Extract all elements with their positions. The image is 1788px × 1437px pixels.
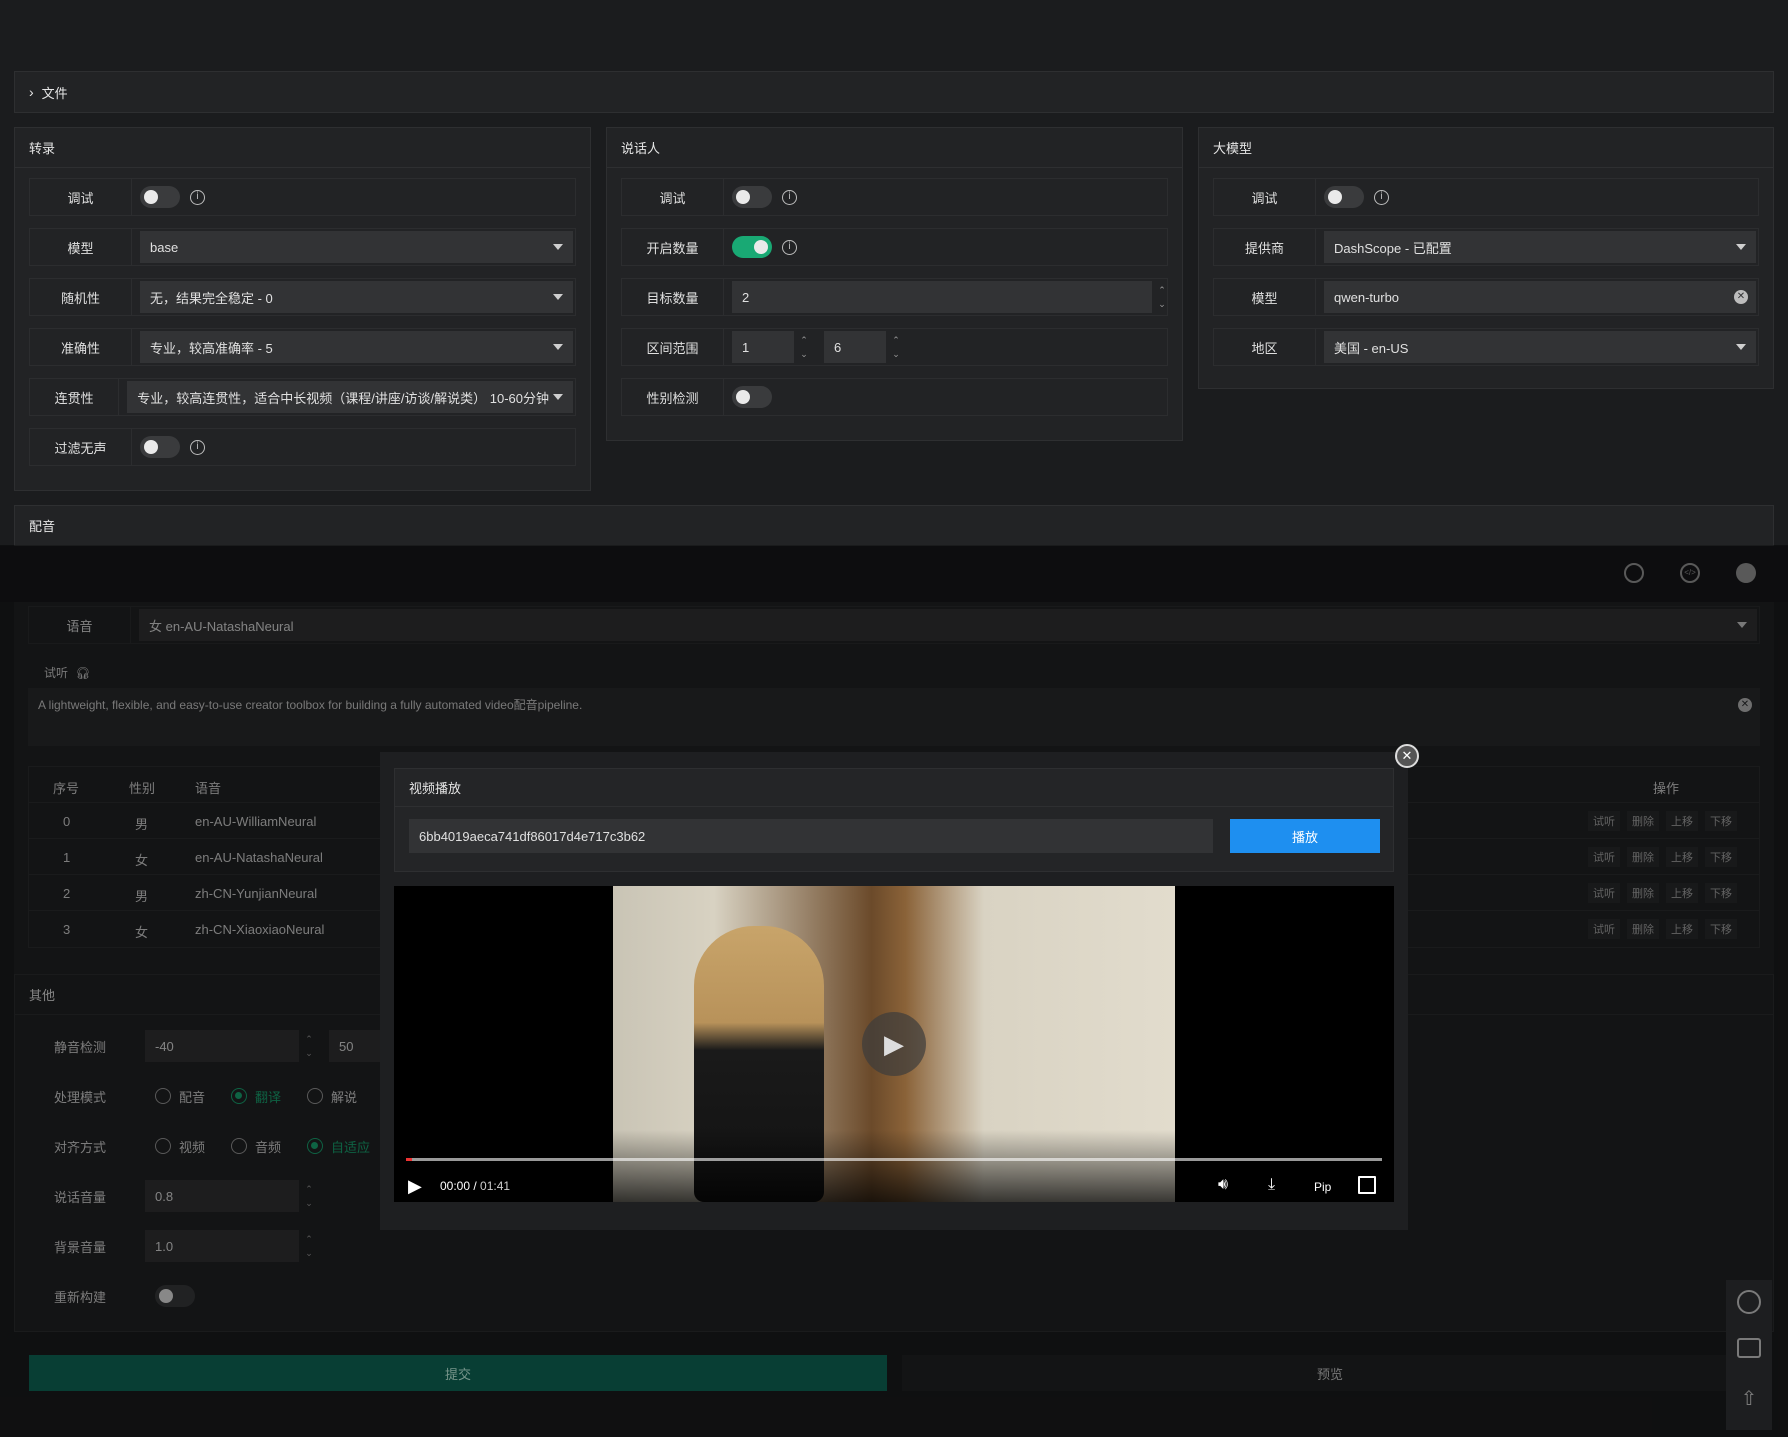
accuracy-label: 准确性 bbox=[30, 329, 132, 365]
info-icon[interactable]: i bbox=[782, 239, 797, 255]
back-to-top-icon[interactable]: ⇧ bbox=[1737, 1386, 1761, 1410]
gender-detect-toggle[interactable] bbox=[732, 386, 772, 408]
coherence-label: 连贯性 bbox=[30, 379, 120, 415]
gender-detect-label: 性别检测 bbox=[622, 379, 724, 415]
llm-model-label: 模型 bbox=[1214, 279, 1316, 315]
coherence-select[interactable]: 专业，较高连贯性，适合中长视频（课程/讲座/访谈/解说类） 10-60分钟 bbox=[127, 381, 573, 413]
enable-count-toggle[interactable] bbox=[732, 236, 772, 258]
spinner-arrows-icon[interactable]: ⌃ ⌄ bbox=[798, 333, 810, 361]
range-max-input[interactable]: 6 ⌃ ⌄ bbox=[824, 331, 900, 363]
files-section[interactable]: › 文件 bbox=[14, 71, 1774, 113]
debug-toggle[interactable] bbox=[140, 186, 180, 208]
target-count-label: 目标数量 bbox=[622, 279, 724, 315]
play-icon[interactable]: ▶ bbox=[408, 1176, 422, 1197]
caret-down-icon bbox=[553, 244, 563, 250]
progress-fill bbox=[406, 1158, 412, 1161]
randomness-label: 随机性 bbox=[30, 279, 132, 315]
info-icon[interactable]: i bbox=[1374, 189, 1389, 205]
accuracy-select[interactable]: 专业，较高准确率 - 5 bbox=[140, 331, 573, 363]
randomness-select[interactable]: 无，结果完全稳定 - 0 bbox=[140, 281, 573, 313]
chevron-right-icon: › bbox=[29, 84, 34, 100]
region-label: 地区 bbox=[1214, 329, 1316, 365]
llm-model-input[interactable]: qwen-turbo ✕ bbox=[1324, 281, 1756, 313]
panel-title: 转录 bbox=[29, 141, 56, 156]
time-total: 01:41 bbox=[480, 1179, 511, 1193]
modal-inner: 视频播放 6bb4019aeca741df86017d4e717c3b62 播放 bbox=[394, 768, 1394, 872]
panel-title: 说话人 bbox=[621, 141, 661, 156]
close-icon[interactable]: ✕ bbox=[1395, 744, 1419, 768]
filter-silence-label: 过滤无声 bbox=[30, 429, 132, 465]
caret-down-icon bbox=[553, 294, 563, 300]
transcribe-panel: 转录 调试 i 模型 base 随机性 无，结果完全稳定 - 0 准确性 专业，… bbox=[14, 127, 591, 491]
debug-toggle[interactable] bbox=[1324, 186, 1364, 208]
download-icon[interactable]: ⤓ bbox=[1268, 1176, 1275, 1194]
speaker-panel: 说话人 调试 i 开启数量 i 目标数量 2 ⌃ ⌄ 区间范围 1 ⌃ ⌄ 6 ⌃ ⌄ 性别… bbox=[606, 127, 1183, 441]
caret-down-icon bbox=[1736, 344, 1746, 350]
target-count-input[interactable]: 2 ⌃ ⌄ bbox=[732, 281, 1166, 313]
debug-label: 调试 bbox=[30, 179, 132, 215]
time-current: 00:00 bbox=[440, 1179, 471, 1193]
range-min-input[interactable]: 1 ⌃ ⌄ bbox=[732, 331, 808, 363]
enable-count-label: 开启数量 bbox=[622, 229, 724, 265]
video-list-icon[interactable] bbox=[1737, 1338, 1761, 1358]
fullscreen-icon[interactable] bbox=[1358, 1176, 1376, 1194]
info-icon[interactable]: i bbox=[782, 189, 797, 205]
video-modal: 视频播放 6bb4019aeca741df86017d4e717c3b62 播放… bbox=[380, 752, 1408, 1230]
volume-icon[interactable]: 🔊︎ bbox=[1218, 1176, 1228, 1194]
spinner-arrows-icon[interactable]: ⌃ ⌄ bbox=[890, 333, 902, 361]
provider-select[interactable]: DashScope - 已配置 bbox=[1324, 231, 1756, 263]
progress-bar[interactable] bbox=[406, 1158, 1382, 1161]
big-play-icon[interactable]: ▶ bbox=[862, 1012, 926, 1076]
video-player[interactable]: ▶ ▶ 00:00 / 01:41 🔊︎ ⤓ Pip bbox=[394, 886, 1394, 1202]
play-video-button[interactable]: 播放 bbox=[1230, 819, 1380, 853]
debug-label: 调试 bbox=[622, 179, 724, 215]
clear-icon[interactable]: ✕ bbox=[1734, 290, 1748, 304]
range-label: 区间范围 bbox=[622, 329, 724, 365]
time-display: 00:00 / 01:41 bbox=[440, 1179, 511, 1193]
pip-button[interactable]: Pip bbox=[1314, 1180, 1331, 1194]
provider-label: 提供商 bbox=[1214, 229, 1316, 265]
panel-title: 配音 bbox=[29, 519, 56, 534]
panel-title: 大模型 bbox=[1213, 141, 1253, 156]
debug-toggle[interactable] bbox=[732, 186, 772, 208]
model-select[interactable]: base bbox=[140, 231, 573, 263]
caret-down-icon bbox=[553, 344, 563, 350]
info-icon[interactable]: i bbox=[190, 189, 205, 205]
files-label: 文件 bbox=[41, 85, 68, 101]
region-select[interactable]: 美国 - en-US bbox=[1324, 331, 1756, 363]
info-icon[interactable]: i bbox=[190, 439, 205, 455]
debug-label: 调试 bbox=[1214, 179, 1316, 215]
llm-panel: 大模型 调试 i 提供商 DashScope - 已配置 模型 qwen-tur… bbox=[1198, 127, 1774, 389]
history-icon[interactable] bbox=[1737, 1290, 1761, 1314]
filter-silence-toggle[interactable] bbox=[140, 436, 180, 458]
controls-bar bbox=[394, 1130, 1394, 1202]
model-label: 模型 bbox=[30, 229, 132, 265]
caret-down-icon bbox=[553, 394, 563, 400]
video-id-input[interactable]: 6bb4019aeca741df86017d4e717c3b62 bbox=[409, 819, 1213, 853]
modal-title: 视频播放 bbox=[409, 781, 462, 796]
spinner-arrows-icon[interactable]: ⌃ ⌄ bbox=[1156, 283, 1168, 311]
caret-down-icon bbox=[1736, 244, 1746, 250]
